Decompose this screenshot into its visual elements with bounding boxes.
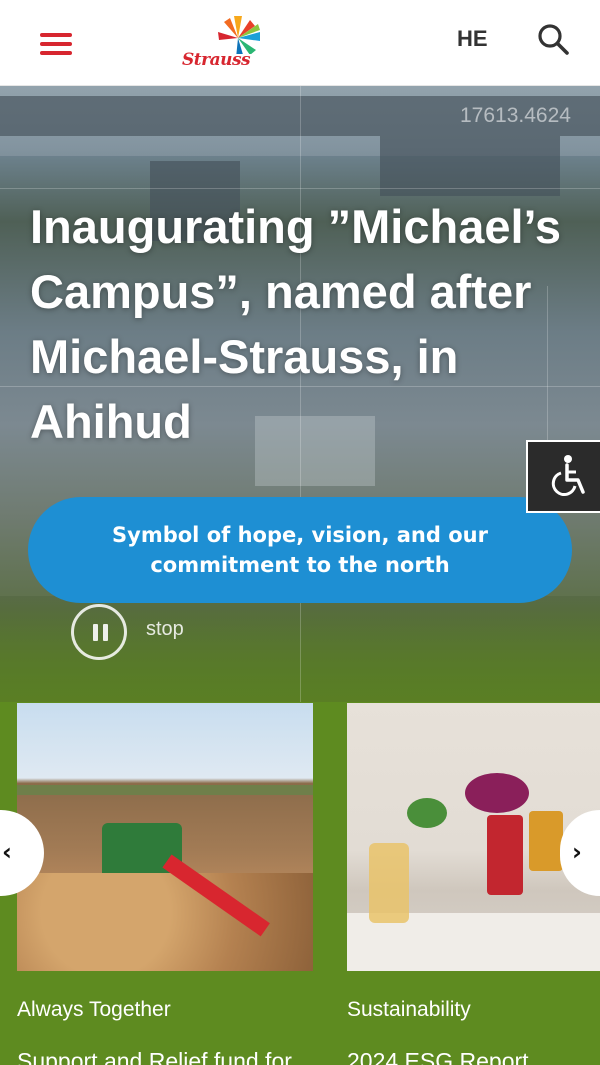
search-icon[interactable] <box>536 22 570 56</box>
card-headline-link[interactable]: 2024 ESG Report <box>347 1048 529 1065</box>
chevron-left-icon: ‹ <box>2 838 12 866</box>
logo-wordmark: Strauss <box>182 50 251 70</box>
pause-label[interactable]: stop <box>146 618 184 641</box>
cabbage-shape <box>465 773 529 813</box>
package-shape <box>529 811 563 871</box>
hero-overlay-number: 17613.4624 <box>460 104 571 127</box>
logo-flower-icon <box>218 16 260 58</box>
wheelchair-accessibility-icon <box>551 455 585 496</box>
card-category-label: Sustainability <box>347 998 471 1021</box>
language-switch-button[interactable]: HE <box>457 26 488 52</box>
hero-grid-line <box>0 188 600 189</box>
hero-building <box>380 136 560 196</box>
hero-cta-button[interactable]: Symbol of hope, vision, and our commitme… <box>28 497 572 603</box>
field-horizon <box>17 785 313 795</box>
accessibility-button[interactable] <box>526 440 600 513</box>
news-carousel: Always Together Sustainability Support a… <box>0 702 600 1065</box>
hamburger-menu-icon[interactable] <box>40 33 72 55</box>
jar-shape <box>369 843 409 923</box>
site-header: Strauss HE <box>0 0 600 86</box>
greens-shape <box>407 798 447 828</box>
hero-cta-label: Symbol of hope, vision, and our commitme… <box>112 523 488 577</box>
card-category-label: Always Together <box>17 998 171 1021</box>
chevron-right-icon: › <box>572 838 582 866</box>
package-shape <box>487 815 523 895</box>
hero-banner: 17613.4624 Inaugurating ”Michael’s Campu… <box>0 86 600 702</box>
card-image-harvest[interactable] <box>17 703 313 971</box>
card-headline-link[interactable]: Support and Relief fund for <box>17 1048 292 1065</box>
pause-icon[interactable] <box>71 604 127 660</box>
strauss-logo[interactable]: Strauss <box>180 14 270 72</box>
hero-title: Inaugurating ”Michael’s Campus”, named a… <box>30 200 561 448</box>
